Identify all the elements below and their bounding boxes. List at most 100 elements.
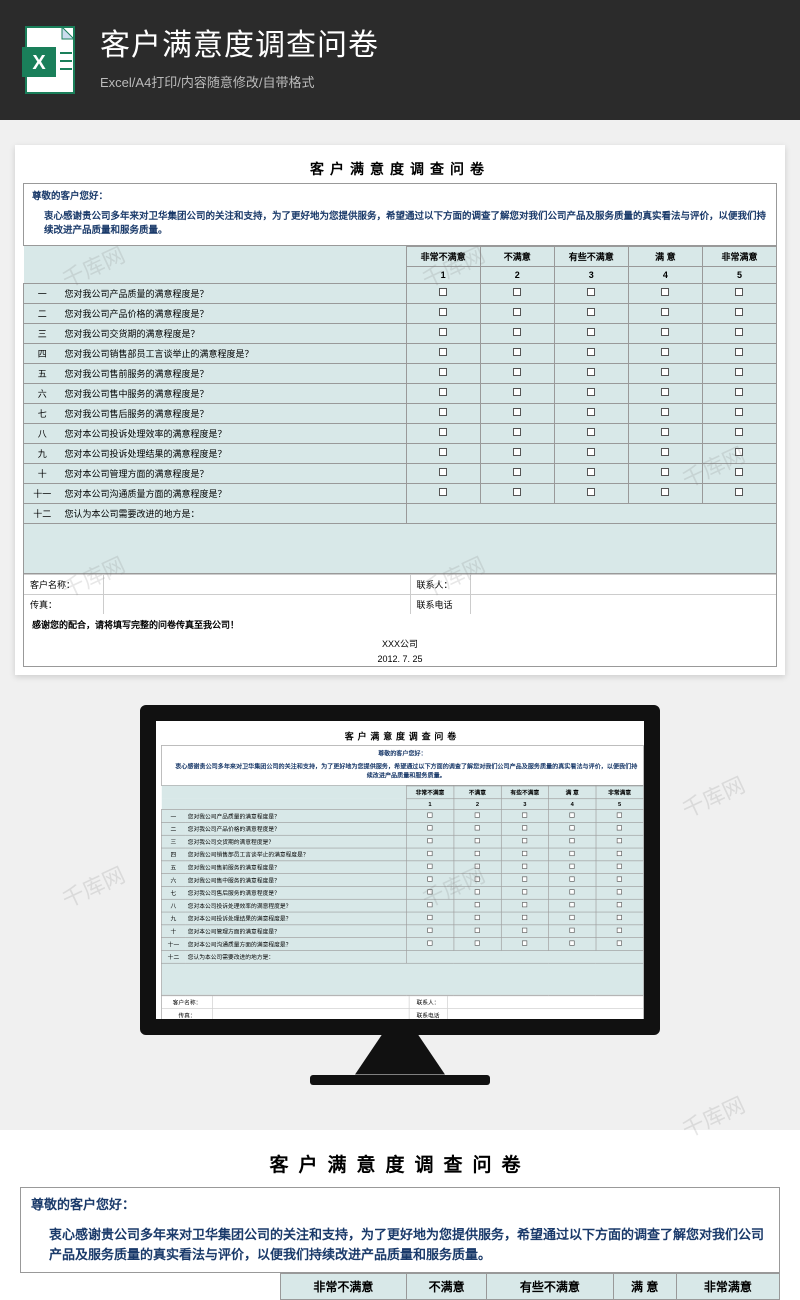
checkbox-cell[interactable]	[628, 403, 702, 423]
checkbox-cell[interactable]	[554, 323, 628, 343]
checkbox-icon[interactable]	[439, 348, 447, 356]
checkbox-icon[interactable]	[475, 812, 480, 817]
checkbox-icon[interactable]	[735, 368, 743, 376]
checkbox-icon[interactable]	[427, 838, 432, 843]
checkbox-icon[interactable]	[661, 308, 669, 316]
checkbox-icon[interactable]	[587, 488, 595, 496]
checkbox-cell[interactable]	[596, 822, 643, 835]
checkbox-cell[interactable]	[406, 303, 480, 323]
checkbox-cell[interactable]	[454, 886, 501, 899]
checkbox-icon[interactable]	[587, 328, 595, 336]
checkbox-icon[interactable]	[513, 488, 521, 496]
checkbox-cell[interactable]	[480, 463, 554, 483]
checkbox-cell[interactable]	[454, 937, 501, 950]
checkbox-icon[interactable]	[587, 288, 595, 296]
checkbox-icon[interactable]	[735, 348, 743, 356]
checkbox-cell[interactable]	[406, 383, 480, 403]
checkbox-icon[interactable]	[570, 927, 575, 932]
checkbox-cell[interactable]	[406, 937, 453, 950]
checkbox-cell[interactable]	[628, 343, 702, 363]
checkbox-cell[interactable]	[480, 443, 554, 463]
checkbox-cell[interactable]	[554, 283, 628, 303]
checkbox-icon[interactable]	[570, 850, 575, 855]
checkbox-icon[interactable]	[617, 812, 622, 817]
checkbox-icon[interactable]	[439, 288, 447, 296]
checkbox-icon[interactable]	[475, 914, 480, 919]
checkbox-icon[interactable]	[513, 428, 521, 436]
checkbox-icon[interactable]	[735, 288, 743, 296]
checkbox-cell[interactable]	[454, 911, 501, 924]
checkbox-icon[interactable]	[735, 308, 743, 316]
checkbox-icon[interactable]	[661, 448, 669, 456]
free-text-area[interactable]	[24, 523, 777, 573]
checkbox-icon[interactable]	[475, 850, 480, 855]
checkbox-cell[interactable]	[501, 924, 548, 937]
checkbox-icon[interactable]	[570, 812, 575, 817]
checkbox-cell[interactable]	[406, 911, 453, 924]
checkbox-icon[interactable]	[513, 388, 521, 396]
checkbox-icon[interactable]	[439, 328, 447, 336]
checkbox-icon[interactable]	[439, 428, 447, 436]
checkbox-icon[interactable]	[513, 288, 521, 296]
checkbox-cell[interactable]	[628, 363, 702, 383]
checkbox-cell[interactable]	[454, 898, 501, 911]
checkbox-cell[interactable]	[406, 860, 453, 873]
checkbox-cell[interactable]	[549, 911, 596, 924]
checkbox-icon[interactable]	[513, 468, 521, 476]
checkbox-cell[interactable]	[480, 423, 554, 443]
checkbox-icon[interactable]	[735, 428, 743, 436]
checkbox-icon[interactable]	[587, 368, 595, 376]
checkbox-cell[interactable]	[554, 303, 628, 323]
checkbox-cell[interactable]	[406, 809, 453, 822]
checkbox-icon[interactable]	[522, 812, 527, 817]
checkbox-icon[interactable]	[475, 825, 480, 830]
checkbox-cell[interactable]	[406, 924, 453, 937]
checkbox-icon[interactable]	[522, 876, 527, 881]
checkbox-icon[interactable]	[570, 889, 575, 894]
checkbox-cell[interactable]	[596, 847, 643, 860]
checkbox-cell[interactable]	[554, 463, 628, 483]
checkbox-cell[interactable]	[480, 363, 554, 383]
checkbox-icon[interactable]	[735, 388, 743, 396]
checkbox-icon[interactable]	[617, 876, 622, 881]
checkbox-icon[interactable]	[735, 328, 743, 336]
checkbox-cell[interactable]	[454, 809, 501, 822]
checkbox-cell[interactable]	[454, 834, 501, 847]
checkbox-icon[interactable]	[439, 448, 447, 456]
checkbox-icon[interactable]	[439, 488, 447, 496]
free-text-area[interactable]	[161, 962, 643, 994]
checkbox-icon[interactable]	[617, 889, 622, 894]
checkbox-cell[interactable]	[406, 834, 453, 847]
checkbox-cell[interactable]	[702, 323, 776, 343]
checkbox-cell[interactable]	[596, 911, 643, 924]
checkbox-cell[interactable]	[554, 423, 628, 443]
checkbox-icon[interactable]	[570, 940, 575, 945]
checkbox-cell[interactable]	[406, 423, 480, 443]
checkbox-cell[interactable]	[702, 423, 776, 443]
checkbox-icon[interactable]	[735, 488, 743, 496]
checkbox-cell[interactable]	[406, 363, 480, 383]
checkbox-icon[interactable]	[427, 863, 432, 868]
checkbox-cell[interactable]	[480, 283, 554, 303]
checkbox-cell[interactable]	[406, 847, 453, 860]
checkbox-icon[interactable]	[522, 889, 527, 894]
checkbox-cell[interactable]	[406, 443, 480, 463]
checkbox-icon[interactable]	[475, 863, 480, 868]
checkbox-icon[interactable]	[570, 914, 575, 919]
checkbox-cell[interactable]	[549, 924, 596, 937]
checkbox-icon[interactable]	[439, 368, 447, 376]
checkbox-cell[interactable]	[554, 363, 628, 383]
checkbox-cell[interactable]	[628, 283, 702, 303]
checkbox-cell[interactable]	[549, 886, 596, 899]
checkbox-icon[interactable]	[617, 825, 622, 830]
checkbox-icon[interactable]	[475, 889, 480, 894]
checkbox-cell[interactable]	[554, 343, 628, 363]
checkbox-cell[interactable]	[549, 847, 596, 860]
checkbox-cell[interactable]	[596, 924, 643, 937]
checkbox-cell[interactable]	[454, 847, 501, 860]
checkbox-icon[interactable]	[439, 408, 447, 416]
checkbox-cell[interactable]	[480, 343, 554, 363]
checkbox-cell[interactable]	[406, 898, 453, 911]
checkbox-cell[interactable]	[628, 463, 702, 483]
checkbox-cell[interactable]	[628, 443, 702, 463]
